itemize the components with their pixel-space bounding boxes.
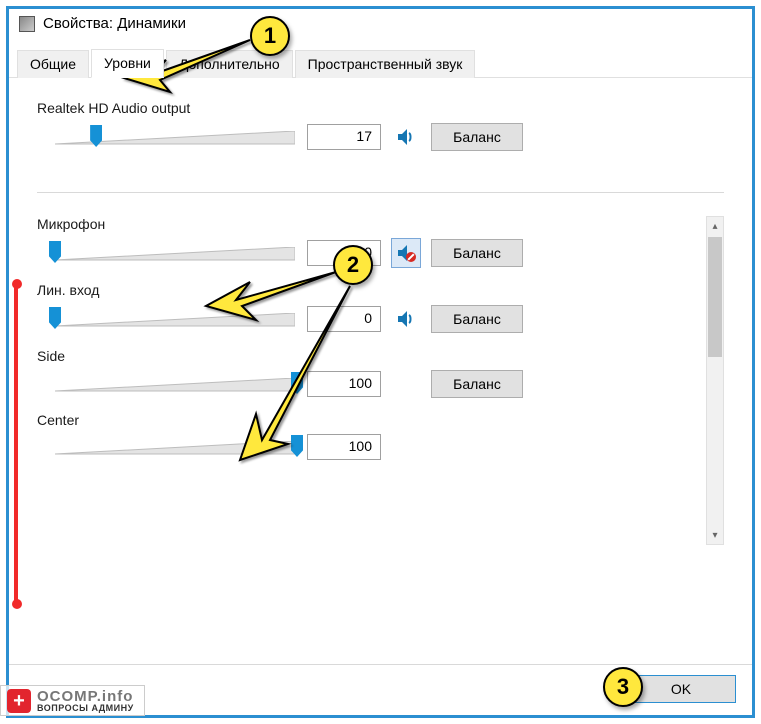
tab-content: Realtek HD Audio output 17 Баланс — [9, 78, 752, 664]
group-label: Микрофон — [37, 216, 700, 232]
mute-toggle[interactable] — [391, 122, 421, 152]
tab-label: Дополнительно — [179, 56, 280, 72]
volume-value[interactable]: 0 — [307, 306, 381, 332]
group-label: Лин. вход — [37, 282, 700, 298]
balance-button[interactable]: Баланс — [431, 123, 523, 151]
volume-slider[interactable] — [55, 435, 297, 459]
slider-track — [55, 441, 295, 455]
tab-bar: Общие Уровни Дополнительно Пространствен… — [9, 48, 752, 78]
scrollbar-thumb[interactable] — [708, 237, 722, 357]
speaker-muted-icon — [396, 243, 416, 263]
ok-button[interactable]: OK — [626, 675, 736, 703]
levels-scroll-area: Микрофон 0 — [37, 215, 724, 545]
tab-levels[interactable]: Уровни — [91, 49, 164, 78]
tab-label: Пространственный звук — [308, 56, 463, 72]
divider — [37, 192, 724, 193]
group-side: Side 100 Баланс — [37, 348, 700, 398]
mute-toggle[interactable] — [391, 238, 421, 268]
tab-advanced[interactable]: Дополнительно — [166, 50, 293, 78]
balance-button[interactable]: Баланс — [431, 305, 523, 333]
group-line-in: Лин. вход 0 Баланс — [37, 282, 700, 334]
volume-slider[interactable] — [55, 125, 297, 149]
volume-slider[interactable] — [55, 307, 297, 331]
volume-value[interactable]: 0 — [307, 240, 381, 266]
tab-spatial[interactable]: Пространственный звук — [295, 50, 476, 78]
group-label: Center — [37, 412, 700, 428]
slider-track — [55, 247, 295, 261]
volume-value[interactable]: 17 — [307, 124, 381, 150]
group-center: Center 100 — [37, 412, 700, 460]
slider-track — [55, 313, 295, 327]
scroll-up-icon[interactable]: ▴ — [707, 217, 723, 235]
group-primary-output: Realtek HD Audio output 17 Баланс — [37, 100, 724, 152]
window-title: Свойства: Динамики — [43, 15, 186, 32]
group-microphone: Микрофон 0 — [37, 216, 700, 268]
group-label: Realtek HD Audio output — [37, 100, 724, 116]
tab-label: Уровни — [104, 55, 151, 71]
slider-track — [55, 378, 295, 392]
mute-toggle[interactable] — [391, 304, 421, 334]
tab-label: Общие — [30, 56, 76, 72]
dialog-buttons: OK — [9, 664, 752, 715]
scrollbar[interactable]: ▴ ▾ — [706, 216, 724, 545]
balance-button[interactable]: Баланс — [431, 370, 523, 398]
volume-slider[interactable] — [55, 241, 297, 265]
volume-value[interactable]: 100 — [307, 371, 381, 397]
volume-value[interactable]: 100 — [307, 434, 381, 460]
level-row: 100 Баланс — [37, 370, 700, 398]
level-row: 0 Баланс — [37, 238, 700, 268]
titlebar: Свойства: Динамики — [9, 9, 752, 38]
balance-button[interactable]: Баланс — [431, 239, 523, 267]
level-row: 17 Баланс — [37, 122, 724, 152]
scroll-down-icon[interactable]: ▾ — [707, 526, 723, 544]
level-row: 100 — [37, 434, 700, 460]
speaker-icon — [396, 309, 416, 329]
properties-dialog: Свойства: Динамики Общие Уровни Дополнит… — [6, 6, 755, 718]
volume-slider[interactable] — [55, 372, 297, 396]
speaker-icon — [396, 127, 416, 147]
app-icon — [19, 16, 35, 32]
levels-list: Микрофон 0 — [37, 216, 706, 545]
level-row: 0 Баланс — [37, 304, 700, 334]
tab-general[interactable]: Общие — [17, 50, 89, 78]
group-label: Side — [37, 348, 700, 364]
